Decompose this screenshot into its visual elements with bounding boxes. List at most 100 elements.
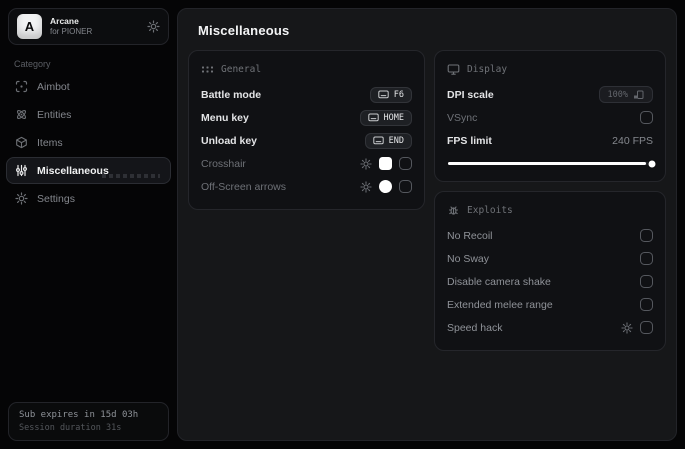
slider-knob[interactable] (648, 160, 656, 167)
speed-hack-checkbox[interactable] (640, 321, 653, 334)
atom-icon (15, 108, 28, 121)
speed-hack-row: Speed hack (447, 316, 653, 339)
sidebar-item-aimbot[interactable]: Aimbot (6, 73, 171, 100)
dpi-scale-label: DPI scale (447, 88, 494, 101)
header-gear-icon[interactable] (147, 20, 160, 33)
app-window: A Arcane for PIONER Category Aimbot Enti… (0, 0, 685, 449)
sidebar-item-label: Aimbot (37, 80, 70, 93)
vsync-checkbox[interactable] (640, 111, 653, 124)
speed-hack-label: Speed hack (447, 321, 503, 334)
disable-camera-shake-checkbox[interactable] (640, 275, 653, 288)
sidebar-item-items[interactable]: Items (6, 129, 171, 156)
crosshair-color-swatch[interactable] (379, 157, 392, 170)
sidebar-nav: Aimbot Entities Items Miscellaneous Sett… (6, 73, 171, 213)
category-label: Category (14, 59, 51, 69)
display-card: Display DPI scale 100% VSync FPS limit 2… (434, 50, 666, 182)
display-card-title: Display (467, 64, 508, 75)
exploits-card-header: Exploits (447, 204, 653, 217)
disable-camera-shake-row: Disable camera shake (447, 270, 653, 293)
battle-mode-key: F6 (393, 89, 404, 100)
general-card-title: General (221, 64, 262, 75)
sidebar-item-miscellaneous[interactable]: Miscellaneous (6, 157, 171, 184)
settings-columns: General Battle mode F6 Menu key HOME Unl… (188, 50, 666, 351)
unload-key-key: END (388, 135, 404, 146)
app-name: Arcane (50, 16, 79, 27)
exploits-card: Exploits No Recoil No Sway Disable camer… (434, 191, 666, 351)
package-icon (15, 136, 28, 149)
crosshair-settings-gear-icon[interactable] (360, 157, 372, 170)
app-titles: Arcane for PIONER (50, 16, 139, 36)
battle-mode-row: Battle mode F6 (201, 83, 412, 106)
menu-key-label: Menu key (201, 111, 249, 124)
fps-limit-slider[interactable] (448, 159, 656, 168)
offscreen-arrows-label: Off-Screen arrows (201, 180, 286, 193)
dpi-scale-row: DPI scale 100% (447, 83, 653, 106)
gear-icon (15, 192, 28, 205)
scale-resize-icon (633, 90, 644, 100)
main-panel: Miscellaneous General Battle mode F6 Men… (177, 8, 677, 441)
battle-mode-keybind[interactable]: F6 (369, 86, 412, 103)
disable-camera-shake-label: Disable camera shake (447, 275, 551, 288)
crosshair-scan-icon (15, 80, 28, 93)
sliders-icon (15, 164, 28, 177)
offscreen-arrows-color-swatch[interactable] (379, 180, 392, 193)
fps-limit-label: FPS limit (447, 134, 492, 147)
sub-expiry-text: Sub expires in 15d 03h (19, 410, 139, 420)
unload-key-row: Unload key END (201, 129, 412, 152)
sidebar: A Arcane for PIONER Category Aimbot Enti… (0, 0, 177, 449)
unload-key-label: Unload key (201, 134, 258, 147)
crosshair-row: Crosshair (201, 152, 412, 175)
bug-icon (447, 204, 460, 217)
extended-melee-range-checkbox[interactable] (640, 298, 653, 311)
fps-slider-fill (448, 160, 656, 167)
no-recoil-checkbox[interactable] (640, 229, 653, 242)
vsync-label: VSync (447, 111, 478, 124)
sidebar-item-label: Items (37, 136, 63, 149)
offscreen-arrows-settings-gear-icon[interactable] (360, 180, 372, 193)
extended-melee-range-row: Extended melee range (447, 293, 653, 316)
monitor-icon (447, 63, 460, 76)
no-recoil-row: No Recoil (447, 224, 653, 247)
subscription-info-card: Sub expires in 15d 03h Session duration … (8, 402, 169, 441)
crosshair-label: Crosshair (201, 157, 246, 170)
keyboard-icon (378, 90, 389, 99)
left-column: General Battle mode F6 Menu key HOME Unl… (188, 50, 425, 210)
keyboard-icon (367, 113, 379, 122)
offscreen-arrows-checkbox[interactable] (399, 180, 412, 193)
keyboard-grid-icon (201, 63, 214, 76)
no-sway-label: No Sway (447, 252, 490, 265)
display-card-header: Display (447, 63, 653, 76)
sidebar-item-label: Settings (37, 192, 75, 205)
fps-limit-row: FPS limit 240 FPS (447, 129, 653, 152)
right-column: Display DPI scale 100% VSync FPS limit 2… (434, 50, 666, 351)
sidebar-item-entities[interactable]: Entities (6, 101, 171, 128)
no-recoil-label: No Recoil (447, 229, 493, 242)
battle-mode-label: Battle mode (201, 88, 262, 101)
menu-key-key: HOME (383, 112, 404, 123)
speed-hack-settings-gear-icon[interactable] (621, 321, 633, 334)
app-subtitle: for PIONER (50, 26, 93, 36)
crosshair-checkbox[interactable] (399, 157, 412, 170)
offscreen-arrows-row: Off-Screen arrows (201, 175, 412, 198)
fps-limit-value: 240 FPS (612, 134, 653, 147)
dpi-scale-value: 100% (607, 89, 628, 100)
menu-key-keybind[interactable]: HOME (359, 109, 412, 126)
page-title: Miscellaneous (198, 23, 290, 38)
sidebar-item-label: Miscellaneous (37, 164, 109, 177)
unload-key-keybind[interactable]: END (364, 132, 412, 149)
menu-key-row: Menu key HOME (201, 106, 412, 129)
vsync-row: VSync (447, 106, 653, 129)
exploits-card-title: Exploits (467, 205, 513, 216)
dpi-scale-select[interactable]: 100% (598, 86, 653, 103)
general-card: General Battle mode F6 Menu key HOME Unl… (188, 50, 425, 210)
sidebar-item-label: Entities (37, 108, 72, 121)
no-sway-checkbox[interactable] (640, 252, 653, 265)
app-logo: A (17, 14, 42, 39)
extended-melee-range-label: Extended melee range (447, 298, 553, 311)
sidebar-header: A Arcane for PIONER (8, 8, 169, 45)
keyboard-icon (372, 136, 384, 145)
no-sway-row: No Sway (447, 247, 653, 270)
sidebar-item-settings[interactable]: Settings (6, 185, 171, 212)
slider-track (448, 160, 656, 167)
session-duration-text: Session duration 31s (19, 423, 122, 433)
